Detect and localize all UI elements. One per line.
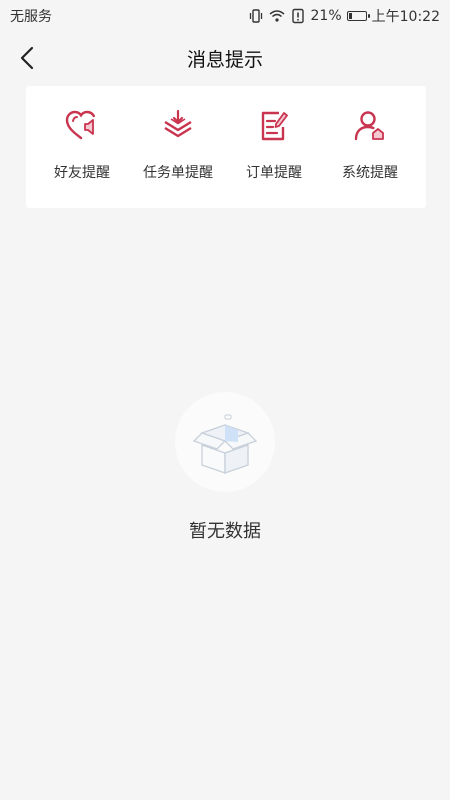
page-title: 消息提示 [186,48,263,71]
alert-sim-icon [290,8,306,24]
clock-text: 上午10:22 [371,9,440,25]
friend-reminder-item[interactable]: 好友提醒 [35,106,130,182]
friend-reminder-label: 好友提醒 [54,165,110,181]
order-reminder-label: 订单提醒 [246,165,302,181]
empty-state: 暂无数据 [0,392,450,543]
nav-header: 消息提示 [0,32,450,84]
status-icons: 21% 上午10:22 [248,6,440,26]
order-reminder-item[interactable]: 订单提醒 [227,106,322,182]
carrier-text: 无服务 [10,9,52,25]
chevron-left-icon [20,46,34,70]
empty-box-icon [175,392,275,492]
status-bar: 无服务 21% 上午10:22 [0,0,450,32]
battery-percent: 21% [310,8,342,24]
reminder-categories-card: 好友提醒 任务单提醒 订单提醒 系统提醒 [26,86,426,208]
system-reminder-label: 系统提醒 [342,165,398,181]
wifi-icon [269,8,285,24]
task-reminder-item[interactable]: 任务单提醒 [131,106,226,182]
back-button[interactable] [12,42,44,74]
battery-fill [348,13,352,19]
system-reminder-item[interactable]: 系统提醒 [323,106,418,182]
download-tray-icon [158,106,198,146]
battery-icon [346,11,370,21]
task-reminder-label: 任务单提醒 [143,165,213,181]
vibrate-icon [248,8,264,24]
user-system-icon [350,106,390,146]
empty-state-text: 暂无数据 [189,521,261,542]
order-edit-icon [254,106,294,146]
heart-speaker-icon [62,106,102,146]
